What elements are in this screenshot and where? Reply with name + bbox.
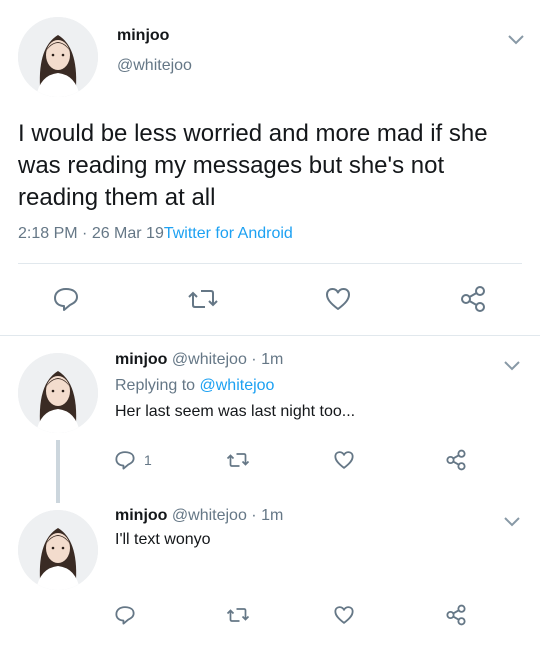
retweet-icon <box>226 453 250 467</box>
avatar[interactable] <box>18 510 98 590</box>
share-button[interactable] <box>445 449 467 471</box>
retweet-icon <box>226 608 250 622</box>
share-icon <box>446 449 466 471</box>
replying-to-prefix: Replying to <box>115 377 200 394</box>
avatar[interactable] <box>18 353 98 433</box>
like-button[interactable] <box>333 449 355 471</box>
reply-button[interactable]: 1 <box>114 449 152 471</box>
author-name[interactable]: minjoo <box>115 351 167 368</box>
reply-header: minjoo @whitejoo · 1m <box>115 351 283 369</box>
reply-age: · 1m <box>251 507 284 524</box>
author-handle[interactable]: @whitejoo <box>172 507 247 524</box>
section-divider <box>0 335 540 336</box>
share-icon <box>461 286 485 312</box>
author-handle[interactable]: @whitejoo <box>172 351 247 368</box>
like-button[interactable] <box>324 285 352 313</box>
thread-line <box>56 440 60 503</box>
author-handle[interactable]: @whitejoo <box>117 57 192 75</box>
retweet-button[interactable] <box>187 285 219 313</box>
retweet-icon <box>188 290 218 308</box>
reply-text: Her last seem was last night too... <box>115 403 356 420</box>
tweet-text: I would be less worried and more mad if … <box>18 120 488 211</box>
heart-icon <box>326 288 350 310</box>
chevron-down-icon[interactable] <box>502 515 522 529</box>
share-icon <box>446 604 466 626</box>
reply-icon <box>54 288 78 311</box>
tweet-time: 2:18 PM <box>18 225 78 242</box>
heart-icon <box>334 606 354 624</box>
heart-icon <box>334 451 354 469</box>
chevron-down-icon[interactable] <box>506 33 526 47</box>
chevron-down-icon[interactable] <box>502 359 522 373</box>
reply-text: I'll text wonyo <box>115 531 211 548</box>
retweet-button[interactable] <box>226 604 250 626</box>
reply-count: 1 <box>144 452 152 468</box>
share-button[interactable] <box>445 604 467 626</box>
reply-button[interactable] <box>114 604 136 626</box>
like-button[interactable] <box>333 604 355 626</box>
author-name[interactable]: minjoo <box>115 507 167 524</box>
reply-header: minjoo @whitejoo · 1m <box>115 507 283 525</box>
reply-button[interactable] <box>52 285 80 313</box>
author-name[interactable]: minjoo <box>117 27 169 45</box>
replying-to-handle[interactable]: @whitejoo <box>200 377 275 394</box>
meta-separator: · <box>77 225 92 242</box>
tweet-meta: 2:18 PM · 26 Mar 19Twitter for Android <box>18 225 293 243</box>
divider <box>18 263 522 264</box>
retweet-button[interactable] <box>226 449 250 471</box>
share-button[interactable] <box>459 285 487 313</box>
reply-icon <box>115 451 135 470</box>
reply-age: · 1m <box>251 351 284 368</box>
tweet-date: 26 Mar 19 <box>91 225 164 242</box>
reply-icon <box>115 606 135 625</box>
tweet-source-link[interactable]: Twitter for Android <box>164 225 293 242</box>
replying-to: Replying to @whitejoo <box>115 377 274 395</box>
avatar[interactable] <box>18 17 98 97</box>
